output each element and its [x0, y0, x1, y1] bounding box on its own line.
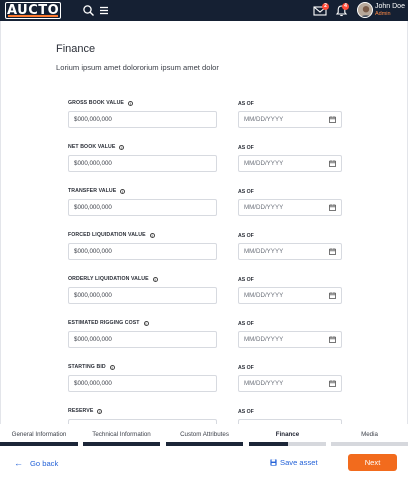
- step-progress-bar: [249, 442, 288, 446]
- as-of-label: AS OF: [238, 233, 254, 239]
- info-icon[interactable]: i: [152, 276, 158, 282]
- top-bar: AUCTO 2 4 John Doe Admin: [0, 0, 408, 21]
- starting-bid-input[interactable]: $000,000,000: [68, 375, 217, 392]
- as-of-label: AS OF: [238, 277, 254, 283]
- mail-badge: 2: [322, 3, 329, 10]
- step-progress-bar-remaining: [288, 442, 326, 446]
- tab-media[interactable]: Media: [331, 424, 408, 448]
- tab-custom-attributes[interactable]: Custom Attributes: [166, 424, 243, 448]
- calendar-icon[interactable]: [329, 336, 336, 343]
- estimated-rigging-cost-date-input[interactable]: MM/DD/YYYY: [238, 331, 342, 348]
- tab-label: Media: [361, 431, 378, 438]
- orderly-liquidation-value-label: ORDERLY LIQUIDATION VALUE i: [68, 276, 158, 282]
- bell-badge: 4: [342, 3, 349, 10]
- field-label-text: ORDERLY LIQUIDATION VALUE: [68, 276, 149, 282]
- info-icon[interactable]: i: [120, 188, 126, 194]
- save-icon: [270, 459, 277, 466]
- date-placeholder: MM/DD/YYYY: [244, 292, 284, 299]
- field-label-text: FORCED LIQUIDATION VALUE: [68, 232, 146, 238]
- step-progress-bar: [166, 442, 243, 446]
- field-label-text: NET BOOK VALUE: [68, 144, 116, 150]
- user-role: Admin: [375, 11, 391, 17]
- net-book-value-date-input[interactable]: MM/DD/YYYY: [238, 155, 342, 172]
- arrow-left-icon: ←: [14, 458, 23, 468]
- as-of-label: AS OF: [238, 101, 254, 107]
- page-subtitle: Lorium ipsum amet dolororium ipsum amet …: [56, 63, 219, 72]
- as-of-label: AS OF: [238, 365, 254, 371]
- forced-liquidation-value-label: FORCED LIQUIDATION VALUE i: [68, 232, 155, 238]
- tab-general-information[interactable]: General Information: [0, 424, 78, 448]
- tab-label: Technical Information: [92, 431, 151, 438]
- estimated-rigging-cost-input[interactable]: $000,000,000: [68, 331, 217, 348]
- date-placeholder: MM/DD/YYYY: [244, 160, 284, 167]
- info-icon[interactable]: i: [149, 232, 155, 238]
- search-icon[interactable]: [82, 4, 95, 17]
- as-of-label: AS OF: [238, 189, 254, 195]
- step-progress-bar: [0, 442, 78, 446]
- estimated-rigging-cost-label: ESTIMATED RIGGING COST i: [68, 320, 149, 326]
- starting-bid-date-input[interactable]: MM/DD/YYYY: [238, 375, 342, 392]
- field-label-text: STARTING BID: [68, 364, 106, 370]
- avatar-image: [358, 3, 372, 17]
- as-of-label: AS OF: [238, 145, 254, 151]
- info-icon[interactable]: i: [119, 144, 125, 150]
- orderly-liquidation-value-date-input[interactable]: MM/DD/YYYY: [238, 287, 342, 304]
- gross-book-value-label: GROSS BOOK VALUE i: [68, 100, 133, 106]
- menu-icon[interactable]: [98, 4, 111, 17]
- date-placeholder: MM/DD/YYYY: [244, 380, 284, 387]
- transfer-value-input[interactable]: $000,000,000: [68, 199, 217, 216]
- reserve-label: RESERVE i: [68, 408, 103, 414]
- logo[interactable]: AUCTO: [5, 2, 62, 19]
- as-of-label: AS OF: [238, 321, 254, 327]
- tab-technical-information[interactable]: Technical Information: [83, 424, 160, 448]
- avatar[interactable]: [357, 2, 373, 18]
- tab-label: Custom Attributes: [180, 431, 229, 438]
- as-of-label: AS OF: [238, 409, 254, 415]
- step-tabs: General Information Technical Informatio…: [0, 424, 408, 448]
- forced-liquidation-value-date-input[interactable]: MM/DD/YYYY: [238, 243, 342, 260]
- net-book-value-input[interactable]: $000,000,000: [68, 155, 217, 172]
- field-label-text: TRANSFER VALUE: [68, 188, 117, 194]
- go-back-button[interactable]: ← Go back: [14, 458, 58, 468]
- calendar-icon[interactable]: [329, 116, 336, 123]
- save-asset-label: Save asset: [280, 458, 318, 467]
- tab-finance[interactable]: Finance: [249, 424, 326, 448]
- step-progress-bar: [83, 442, 160, 446]
- info-icon[interactable]: i: [97, 408, 103, 414]
- field-label-text: GROSS BOOK VALUE: [68, 100, 124, 106]
- calendar-icon[interactable]: [329, 292, 336, 299]
- forced-liquidation-value-input[interactable]: $000,000,000: [68, 243, 217, 260]
- go-back-label: Go back: [30, 458, 59, 468]
- transfer-value-date-input[interactable]: MM/DD/YYYY: [238, 199, 342, 216]
- user-name: John Doe: [375, 3, 405, 10]
- starting-bid-label: STARTING BID i: [68, 364, 115, 370]
- tab-label: Finance: [275, 431, 300, 438]
- date-placeholder: MM/DD/YYYY: [244, 204, 284, 211]
- calendar-icon[interactable]: [329, 248, 336, 255]
- info-icon[interactable]: i: [109, 364, 115, 370]
- calendar-icon[interactable]: [329, 380, 336, 387]
- info-icon[interactable]: i: [143, 320, 149, 326]
- info-icon[interactable]: i: [127, 100, 133, 106]
- calendar-icon[interactable]: [329, 204, 336, 211]
- footer-actions: ← Go back Save asset Next: [0, 448, 408, 480]
- date-placeholder: MM/DD/YYYY: [244, 248, 284, 255]
- finance-form-card: Finance Lorium ipsum amet dolororium ips…: [0, 21, 408, 424]
- tab-label: General Information: [11, 431, 67, 438]
- calendar-icon[interactable]: [329, 160, 336, 167]
- step-progress-bar: [331, 442, 408, 446]
- field-label-text: ESTIMATED RIGGING COST: [68, 320, 140, 326]
- net-book-value-label: NET BOOK VALUE i: [68, 144, 125, 150]
- orderly-liquidation-value-input[interactable]: $000,000,000: [68, 287, 217, 304]
- date-placeholder: MM/DD/YYYY: [244, 336, 284, 343]
- save-asset-button[interactable]: Save asset: [270, 458, 318, 467]
- field-label-text: RESERVE: [68, 408, 94, 414]
- next-button[interactable]: Next: [348, 454, 397, 471]
- transfer-value-label: TRANSFER VALUE i: [68, 188, 126, 194]
- logo-underline: [8, 15, 59, 17]
- date-placeholder: MM/DD/YYYY: [244, 116, 284, 123]
- page-title: Finance: [56, 43, 96, 55]
- gross-book-value-input[interactable]: $000,000,000: [68, 111, 217, 128]
- gross-book-value-date-input[interactable]: MM/DD/YYYY: [238, 111, 342, 128]
